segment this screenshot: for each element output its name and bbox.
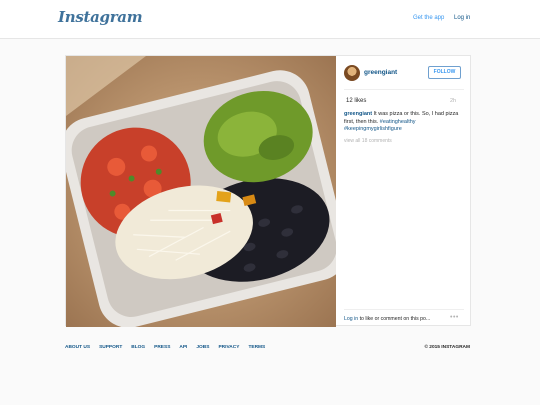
post-photo[interactable] xyxy=(66,56,336,327)
post-username[interactable]: greengiant xyxy=(364,69,397,76)
footer-divider xyxy=(344,309,464,310)
instagram-logo[interactable]: Instagram xyxy=(58,8,143,26)
footer-link-api[interactable]: API xyxy=(179,345,187,350)
footer-link-press[interactable]: PRESS xyxy=(154,345,170,350)
caption-username[interactable]: greengiant xyxy=(344,111,372,117)
burrito-bowl-image xyxy=(66,56,336,327)
post-sidebar: greengiant FOLLOW 12 likes 2h greengiant… xyxy=(336,56,472,327)
header-divider xyxy=(344,89,464,90)
view-all-comments-link[interactable]: view all 18 comments xyxy=(344,138,392,144)
footer-link-about[interactable]: ABOUT US xyxy=(65,345,90,350)
post-card: greengiant FOLLOW 12 likes 2h greengiant… xyxy=(65,55,472,327)
hashtag-link[interactable]: #eatinghealthy xyxy=(380,119,416,125)
top-navbar: Instagram Get the app Log in xyxy=(0,0,540,39)
get-the-app-link[interactable]: Get the app xyxy=(413,15,444,21)
likes-count[interactable]: 12 likes xyxy=(346,98,366,104)
footer-link-terms[interactable]: TERMS xyxy=(248,345,265,350)
page-footer: ABOUT US SUPPORT BLOG PRESS API JOBS PRIVACY TE… xyxy=(65,345,471,355)
footer-link-blog[interactable]: BLOG xyxy=(131,345,145,350)
avatar[interactable] xyxy=(344,65,360,81)
copyright: © 2015 INSTAGRAM xyxy=(424,345,470,350)
footer-link-support[interactable]: SUPPORT xyxy=(99,345,122,350)
login-prompt-text: to like or comment on this po... xyxy=(358,316,431,322)
login-link[interactable]: Log in xyxy=(454,15,470,21)
footer-link-privacy[interactable]: PRIVACY xyxy=(218,345,239,350)
login-prompt: Log in to like or comment on this po... xyxy=(344,316,430,322)
post-age: 2h xyxy=(450,98,457,104)
follow-button[interactable]: FOLLOW xyxy=(428,66,461,79)
footer-links: ABOUT US SUPPORT BLOG PRESS API JOBS PRIVACY TE… xyxy=(65,345,274,350)
footer-link-jobs[interactable]: JOBS xyxy=(196,345,209,350)
login-to-comment-link[interactable]: Log in xyxy=(344,316,358,322)
more-options-icon[interactable]: ••• xyxy=(450,314,459,321)
post-caption: greengiant It was pizza or this. So, I h… xyxy=(344,111,468,134)
hashtag-link[interactable]: #keepingmygirlishfigure xyxy=(344,126,402,132)
